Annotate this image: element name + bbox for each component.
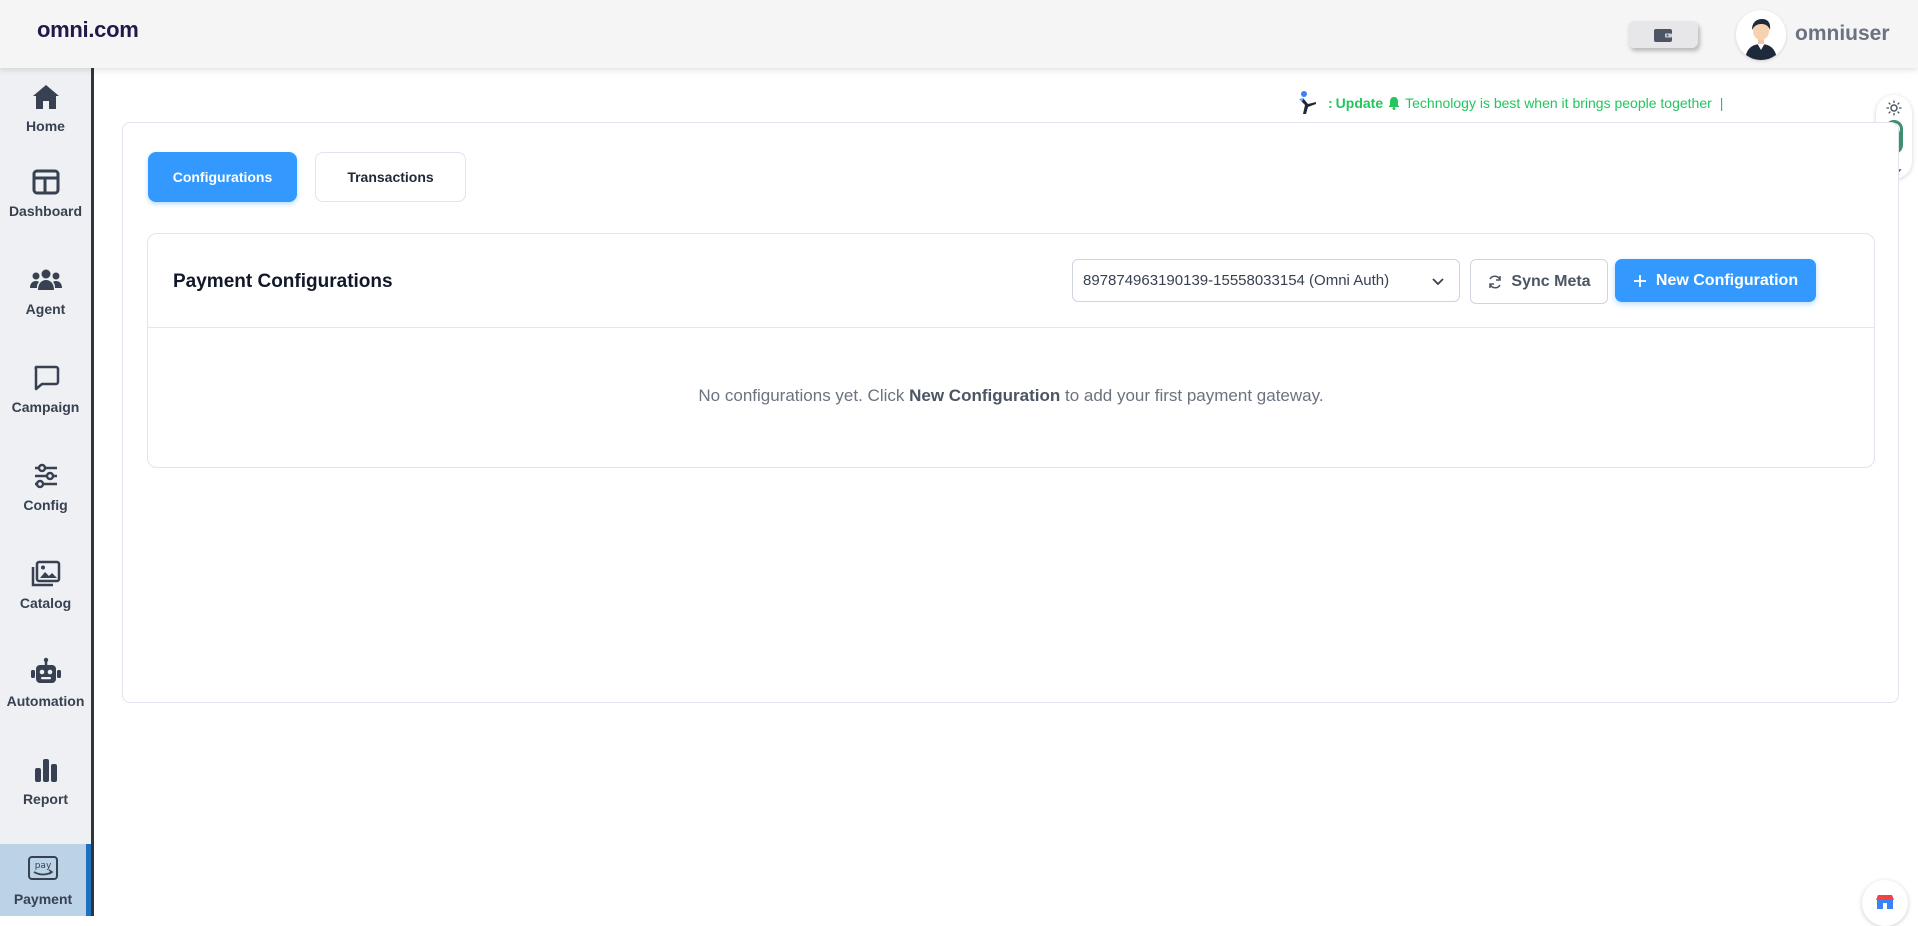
refresh-icon	[1489, 274, 1502, 289]
payment-configurations-panel: Payment Configurations 897874963190139-1…	[147, 233, 1875, 468]
tab-transactions[interactable]: Transactions	[315, 152, 466, 202]
empty-text-after: to add your first payment gateway.	[1064, 386, 1324, 405]
sidebar-item-config[interactable]: Config	[0, 459, 91, 513]
sidebar-item-label: Config	[23, 497, 68, 513]
sidebar-item-home[interactable]: Home	[0, 80, 91, 134]
ticker-label: Update	[1335, 95, 1384, 111]
sidebar-item-agent[interactable]: Agent	[0, 263, 91, 317]
empty-state-message: No configurations yet. Click New Configu…	[148, 386, 1874, 406]
panel-header: Payment Configurations 897874963190139-1…	[148, 234, 1874, 328]
brand-logo[interactable]: omni.com	[37, 17, 139, 43]
account-select[interactable]: 897874963190139-15558033154 (Omni Auth)	[1072, 259, 1460, 302]
main-card: Configurations Transactions Payment Conf…	[122, 122, 1899, 703]
sync-meta-label: Sync Meta	[1511, 272, 1591, 290]
sidebar-item-label: Campaign	[11, 399, 80, 415]
top-bar: omni.com omniuser	[0, 0, 1918, 68]
ticker-cursor: |	[1719, 95, 1724, 111]
robot-icon	[29, 655, 63, 689]
sliders-icon	[29, 459, 63, 493]
users-icon	[29, 263, 63, 297]
sync-meta-button[interactable]: Sync Meta	[1470, 259, 1608, 304]
sidebar-item-report[interactable]: Report	[0, 753, 91, 807]
chevron-down-icon	[1432, 278, 1444, 286]
sidebar-item-campaign[interactable]: Campaign	[0, 361, 91, 415]
new-configuration-button[interactable]: New Configuration	[1615, 259, 1816, 302]
bell-icon	[1388, 97, 1400, 110]
bar-chart-icon	[29, 753, 63, 787]
sidebar-item-label: Catalog	[19, 595, 72, 611]
images-icon	[29, 557, 63, 591]
username[interactable]: omniuser	[1795, 22, 1890, 46]
user-avatar-icon	[1736, 10, 1786, 60]
sidebar-item-label: Payment	[13, 891, 73, 907]
sidebar-item-dashboard[interactable]: Dashboard	[0, 165, 91, 219]
chat-bubble-icon	[29, 361, 63, 395]
pay-icon: pay	[26, 853, 60, 887]
sidebar-item-catalog[interactable]: Catalog	[0, 557, 91, 611]
sidebar: Home Dashboard Agent Campaign Config Cat…	[0, 68, 94, 916]
avatar[interactable]	[1736, 10, 1786, 60]
plus-icon	[1633, 274, 1646, 287]
store-widget-button[interactable]	[1862, 880, 1908, 926]
announcement-ticker: : Update Technology is best when it brin…	[1296, 88, 1723, 118]
wallet-icon	[1654, 28, 1672, 42]
sidebar-item-label: Dashboard	[8, 203, 83, 219]
sidebar-item-label: Home	[26, 118, 65, 134]
sidebar-item-label: Automation	[6, 693, 85, 709]
sidebar-item-automation[interactable]: Automation	[0, 655, 91, 709]
tab-configurations[interactable]: Configurations	[148, 152, 297, 202]
panel-title: Payment Configurations	[173, 271, 393, 292]
sidebar-item-label: Report	[22, 791, 69, 807]
sidebar-item-label: Agent	[25, 301, 66, 317]
ticker-prefix: :	[1328, 95, 1333, 111]
account-select-value: 897874963190139-15558033154 (Omni Auth)	[1083, 272, 1390, 289]
sun-icon	[1886, 100, 1902, 116]
ticker-message: Technology is best when it brings people…	[1405, 95, 1712, 111]
home-icon	[29, 80, 63, 114]
empty-text-before: No configurations yet. Click	[698, 386, 905, 405]
new-configuration-label: New Configuration	[1655, 271, 1799, 289]
runner-icon	[1299, 91, 1316, 114]
empty-text-link: New Configuration	[909, 386, 1061, 405]
store-icon	[1876, 895, 1894, 909]
dashboard-icon	[29, 165, 63, 199]
sidebar-item-payment[interactable]: pay Payment	[0, 844, 91, 916]
wallet-button[interactable]	[1628, 21, 1698, 48]
